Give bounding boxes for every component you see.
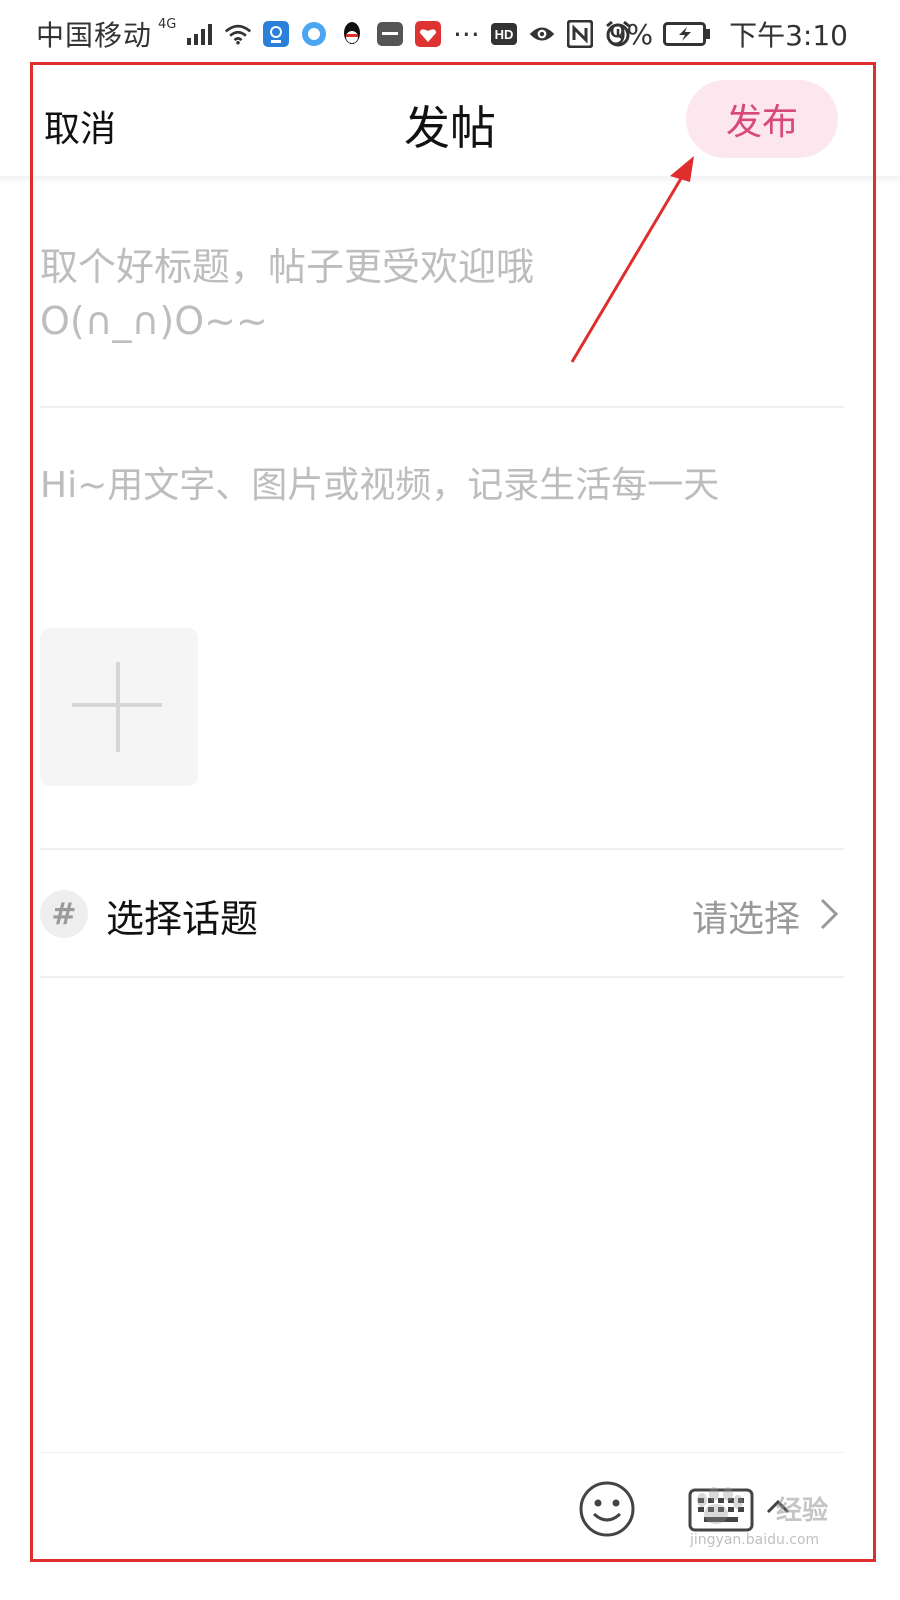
carrier-label: 中国移动 bbox=[36, 19, 153, 52]
clock: 下午3:10 bbox=[729, 19, 848, 52]
keyboard-icon[interactable] bbox=[688, 1486, 798, 1534]
huawei-icon bbox=[376, 20, 404, 48]
chevron-right-icon bbox=[820, 898, 839, 930]
network-label: 4G bbox=[158, 16, 177, 32]
eye-icon bbox=[528, 20, 556, 48]
hd-label: HD bbox=[495, 27, 514, 42]
app-icon bbox=[262, 20, 290, 48]
toolbar-divider bbox=[40, 1452, 844, 1453]
media-divider bbox=[40, 848, 844, 850]
status-right: 9% 下午3:10 bbox=[609, 14, 848, 54]
body-placeholder: Hi~用文字、图片或视频，记录生活每一天 bbox=[40, 465, 720, 506]
publish-button[interactable]: 发布 bbox=[686, 80, 838, 158]
wifi-icon bbox=[224, 20, 252, 48]
signal-icon bbox=[186, 20, 214, 48]
watermark-url: jingyan.baidu.com bbox=[690, 1532, 820, 1548]
topic-divider bbox=[40, 976, 844, 978]
browser-icon bbox=[300, 20, 328, 48]
title-placeholder-line1: 取个好标题，帖子更受欢迎哦 bbox=[40, 245, 535, 289]
title-divider bbox=[40, 406, 844, 408]
topic-row[interactable]: # 选择话题 请选择 bbox=[40, 858, 844, 974]
gift-icon bbox=[414, 20, 442, 48]
nav-bar: 取消 发帖 发布 bbox=[0, 72, 900, 180]
nav-divider bbox=[0, 176, 900, 184]
body-input[interactable]: Hi~用文字、图片或视频，记录生活每一天 bbox=[40, 456, 840, 508]
battery-icon bbox=[663, 20, 711, 48]
plus-icon bbox=[72, 662, 162, 752]
post-editor-screen: 中国移动 4G ··· HD 9% 下午3:10 取消 发帖 发布 取个好标题，… bbox=[0, 0, 900, 1600]
emoji-icon[interactable] bbox=[578, 1480, 636, 1538]
title-placeholder-line2: O(∩_∩)O~~ bbox=[40, 299, 268, 343]
hd-icon: HD bbox=[490, 20, 518, 48]
status-icons: ··· HD bbox=[186, 17, 632, 51]
nfc-icon bbox=[566, 20, 594, 48]
battery-percent: 9% bbox=[608, 17, 654, 51]
title-input[interactable]: 取个好标题，帖子更受欢迎哦 O(∩_∩)O~~ bbox=[40, 240, 660, 348]
hashtag-icon: # bbox=[40, 890, 88, 938]
add-media-button[interactable] bbox=[40, 628, 198, 786]
status-bar: 中国移动 4G ··· HD 9% 下午3:10 bbox=[0, 0, 900, 62]
qq-icon bbox=[338, 20, 366, 48]
topic-label: 选择话题 bbox=[106, 897, 259, 941]
more-icon: ··· bbox=[453, 17, 480, 51]
topic-value: 请选择 bbox=[691, 899, 800, 940]
status-left: 中国移动 4G ··· HD bbox=[36, 14, 632, 54]
